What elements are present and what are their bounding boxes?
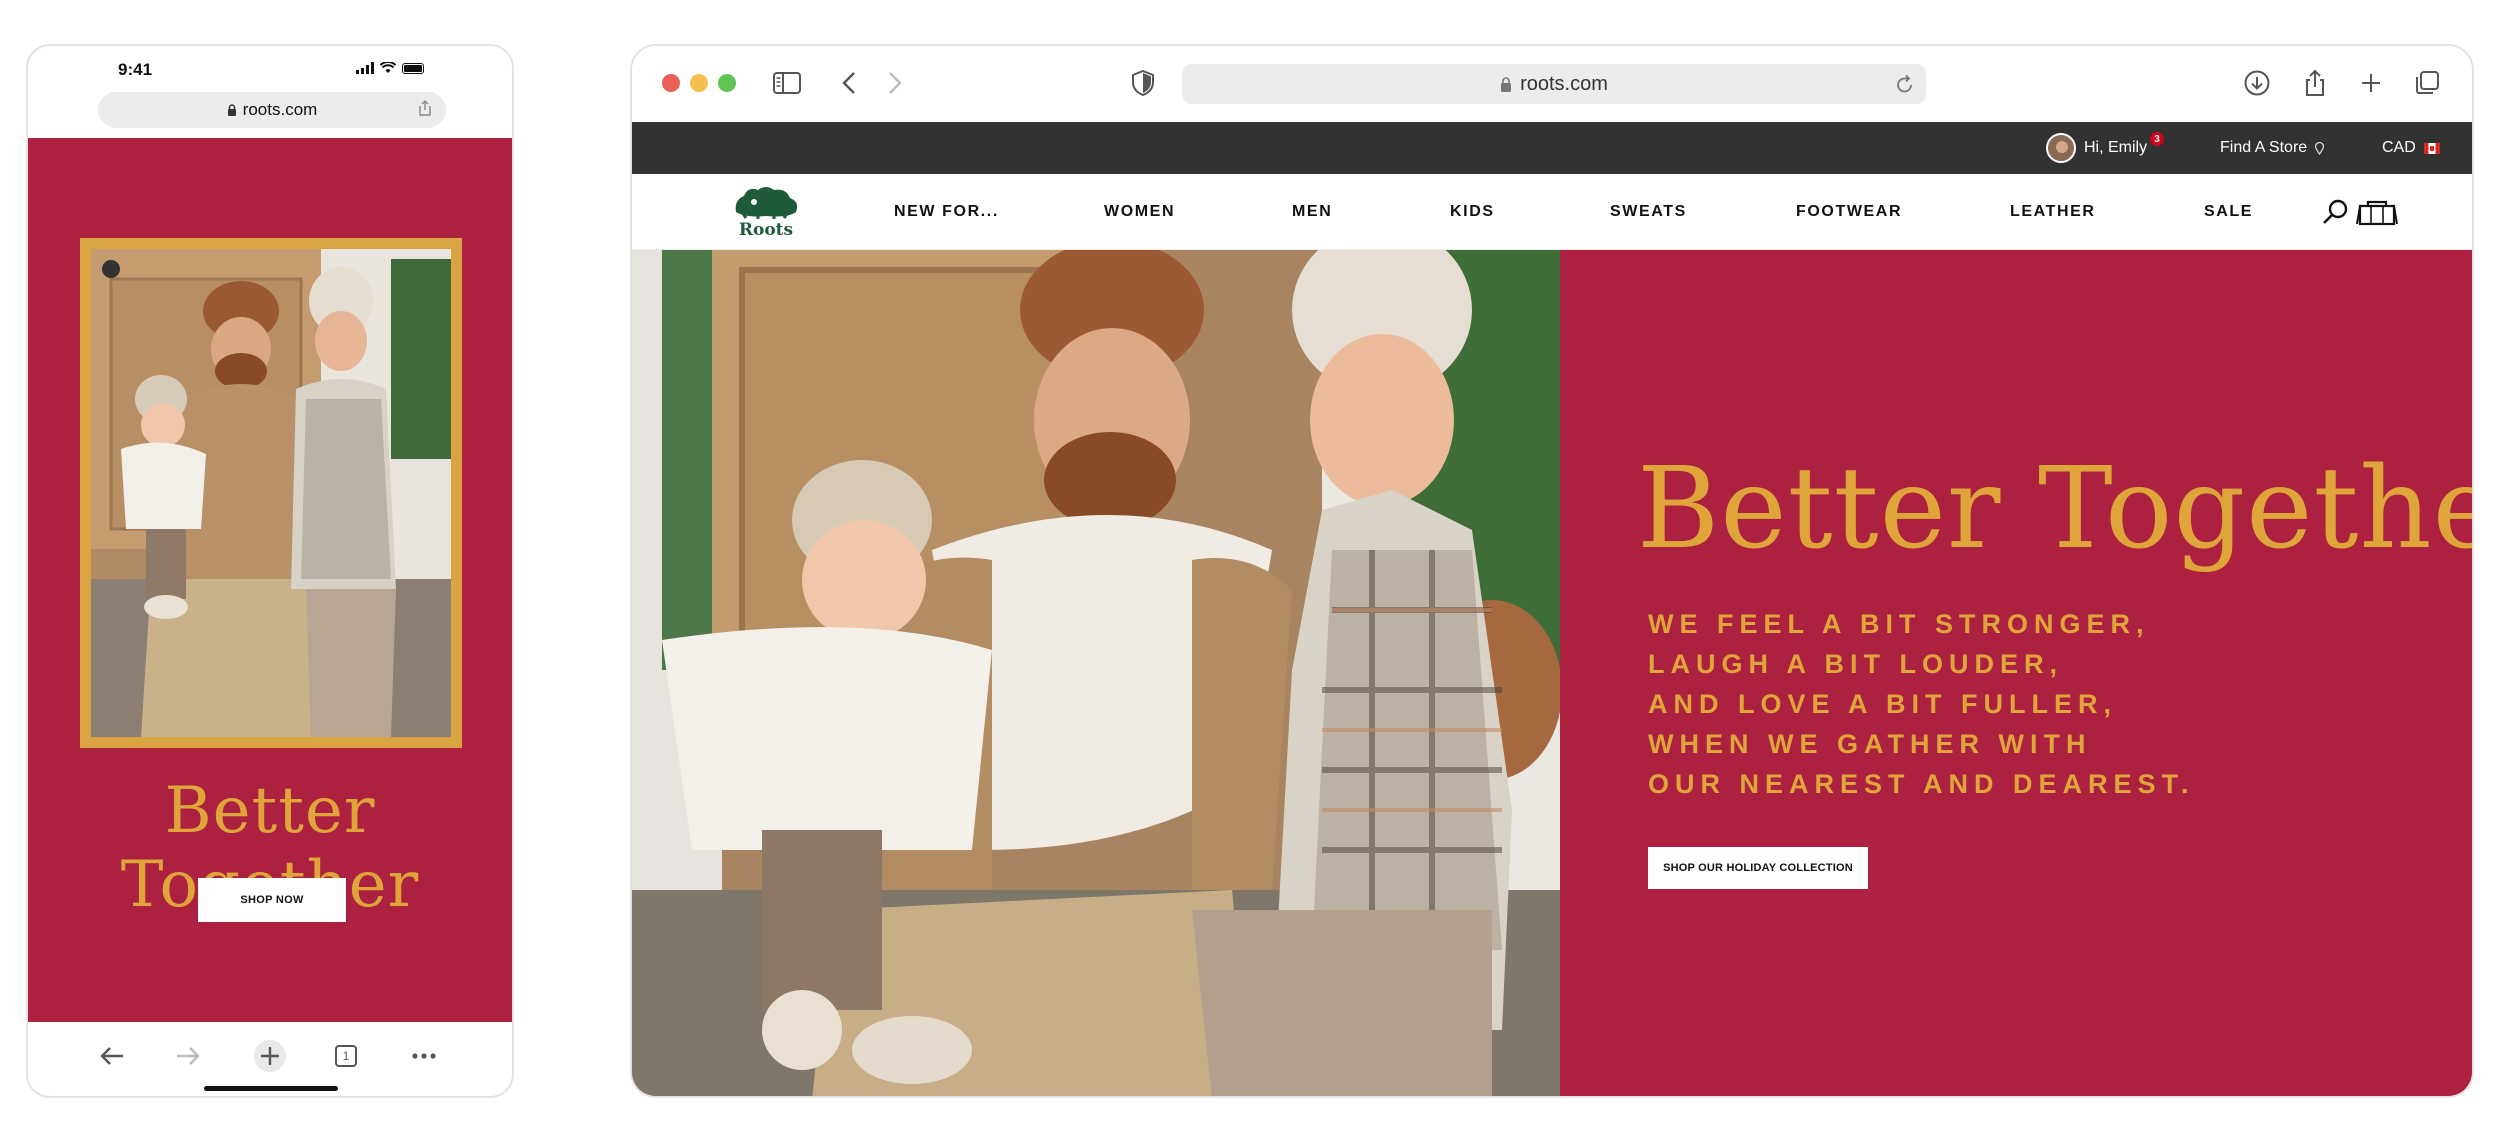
back-arrow-icon[interactable]: [96, 1040, 128, 1072]
home-indicator: [204, 1086, 338, 1091]
forward-arrow-icon[interactable]: [172, 1040, 204, 1072]
location-pin-icon: [2315, 141, 2325, 155]
sidebar-icon[interactable]: [770, 66, 804, 100]
hero-line-5: OUR NEAREST AND DEAREST.: [1648, 769, 2195, 799]
phone-url-text: roots.com: [242, 100, 318, 119]
new-tab-plus-icon[interactable]: [2354, 66, 2388, 100]
tabs-overview-icon[interactable]: [2410, 66, 2444, 100]
lock-icon: [1501, 76, 1512, 92]
logo-text: Roots: [738, 220, 794, 240]
tabs-icon[interactable]: 1: [330, 1040, 362, 1072]
reload-icon[interactable]: [1896, 74, 1914, 94]
shop-now-button[interactable]: SHOP NOW: [198, 878, 346, 922]
back-arrow-icon[interactable]: [832, 66, 866, 100]
more-icon[interactable]: [408, 1040, 440, 1072]
nav-new-for[interactable]: NEW FOR...: [894, 174, 999, 250]
phone-time: 9:41: [118, 60, 153, 79]
roots-logo[interactable]: Roots: [728, 182, 804, 242]
hero-banner: Better Together WE FEEL A BIT STRONGER, …: [632, 250, 2474, 1096]
nav-leather[interactable]: LEATHER: [2010, 174, 2096, 250]
family-photo-mobile: [80, 238, 462, 748]
cart-icon[interactable]: [2356, 198, 2398, 231]
phone-device: 9:41 roots.com Better SHOP NOW 1: [26, 44, 514, 1098]
nav-women[interactable]: WOMEN: [1104, 174, 1175, 250]
maximize-window-button[interactable]: [718, 74, 736, 92]
hero-line-2: LAUGH A BIT LOUDER,: [1648, 649, 2063, 679]
nav-sweats[interactable]: SWEATS: [1610, 174, 1687, 250]
phone-status-bar: 9:41: [28, 46, 512, 86]
main-navigation: Roots NEW FOR... WOMEN MEN KIDS SWEATS F…: [632, 174, 2472, 250]
download-icon[interactable]: [2240, 66, 2274, 100]
greeting-text: Hi, Emily: [2084, 139, 2148, 156]
battery-icon: [402, 62, 424, 74]
share-icon[interactable]: [2298, 66, 2332, 100]
desktop-browser: roots.com Hi, Emily 3 Find A Store CAD R…: [630, 44, 2474, 1098]
shop-holiday-collection-button[interactable]: SHOP OUR HOLIDAY COLLECTION: [1648, 847, 1868, 889]
cellular-signal-icon: [356, 62, 374, 74]
lock-icon: [227, 104, 236, 116]
browser-url-text: roots.com: [1520, 72, 1608, 95]
phone-address-bar[interactable]: roots.com: [98, 92, 446, 128]
phone-hero: Better Together SHOP NOW: [28, 138, 512, 1022]
phone-status-icons: [356, 62, 424, 74]
search-icon[interactable]: [2322, 198, 2350, 231]
nav-men[interactable]: MEN: [1292, 174, 1332, 250]
notification-badge: 3: [2150, 132, 2164, 146]
wifi-icon: [380, 62, 396, 73]
avatar: [2046, 133, 2076, 163]
hero-body-text: WE FEEL A BIT STRONGER, LAUGH A BIT LOUD…: [1648, 604, 2195, 804]
hero-line-3: AND LOVE A BIT FULLER,: [1648, 689, 2117, 719]
currency-text: CAD: [2382, 139, 2416, 156]
find-a-store-link[interactable]: Find A Store: [2220, 122, 2325, 174]
hero-line-1: WE FEEL A BIT STRONGER,: [1648, 609, 2150, 639]
nav-footwear[interactable]: FOOTWEAR: [1796, 174, 1902, 250]
utility-bar: Hi, Emily 3 Find A Store CAD: [632, 122, 2472, 174]
family-photo-desktop: [632, 250, 1560, 1096]
minimize-window-button[interactable]: [690, 74, 708, 92]
hero-title: Better Together: [1637, 444, 2474, 574]
nav-kids[interactable]: KIDS: [1450, 174, 1495, 250]
tab-count: 1: [335, 1045, 357, 1067]
close-window-button[interactable]: [662, 74, 680, 92]
new-tab-plus-icon[interactable]: [254, 1040, 286, 1072]
hero-line-4: WHEN WE GATHER WITH: [1648, 729, 2092, 759]
nav-sale[interactable]: SALE: [2204, 174, 2253, 250]
account-greeting[interactable]: Hi, Emily: [2046, 122, 2147, 174]
forward-arrow-icon[interactable]: [878, 66, 912, 100]
shield-icon[interactable]: [1126, 66, 1160, 100]
canada-flag-icon: [2423, 142, 2440, 154]
currency-selector[interactable]: CAD: [2382, 122, 2440, 174]
share-icon[interactable]: [418, 100, 432, 116]
browser-toolbar: roots.com: [632, 46, 2472, 122]
find-store-text: Find A Store: [2220, 139, 2308, 156]
roots-website: Hi, Emily 3 Find A Store CAD Roots NEW F…: [632, 122, 2474, 1096]
browser-address-bar[interactable]: roots.com: [1182, 64, 1926, 104]
